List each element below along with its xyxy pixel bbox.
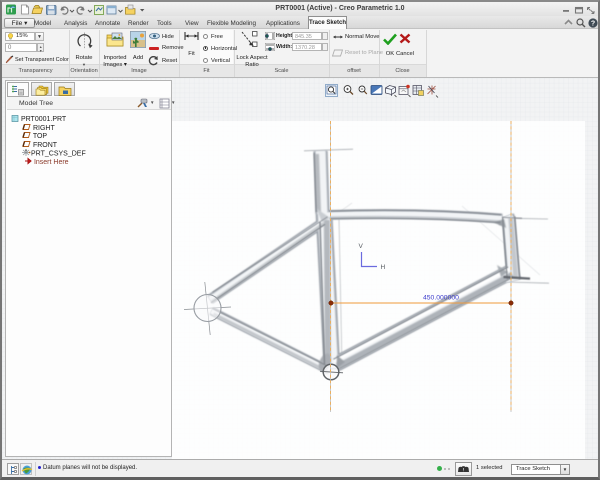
- svg-text:V: V: [359, 243, 364, 250]
- svg-text:450.000000: 450.000000: [423, 295, 459, 302]
- svg-text:H: H: [381, 264, 386, 271]
